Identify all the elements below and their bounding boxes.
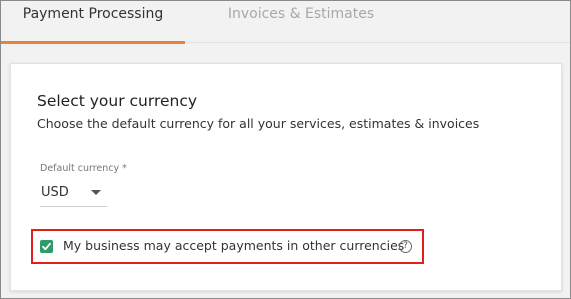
default-currency-select[interactable]: USD [40,181,107,207]
help-icon[interactable]: ? [399,240,412,253]
other-currencies-highlight: My business may accept payments in other… [31,229,424,264]
section-title: Select your currency [37,92,198,110]
other-currencies-checkbox[interactable] [40,240,53,253]
checkmark-icon [42,242,51,251]
default-currency-label: Default currency * [40,163,127,174]
active-tab-indicator [1,41,185,44]
other-currencies-label[interactable]: My business may accept payments in other… [63,238,404,253]
tab-invoices-estimates[interactable]: Invoices & Estimates [201,1,401,43]
section-subtitle: Choose the default currency for all your… [37,116,480,131]
tab-label: Payment Processing [22,6,164,22]
chevron-down-icon [91,190,101,195]
tab-label: Invoices & Estimates [227,6,375,22]
currency-card: Select your currency Choose the default … [10,63,562,291]
tab-bar: Payment Processing Invoices & Estimates [1,1,570,44]
selected-currency: USD [41,185,69,200]
tab-payment-processing[interactable]: Payment Processing [1,1,185,44]
